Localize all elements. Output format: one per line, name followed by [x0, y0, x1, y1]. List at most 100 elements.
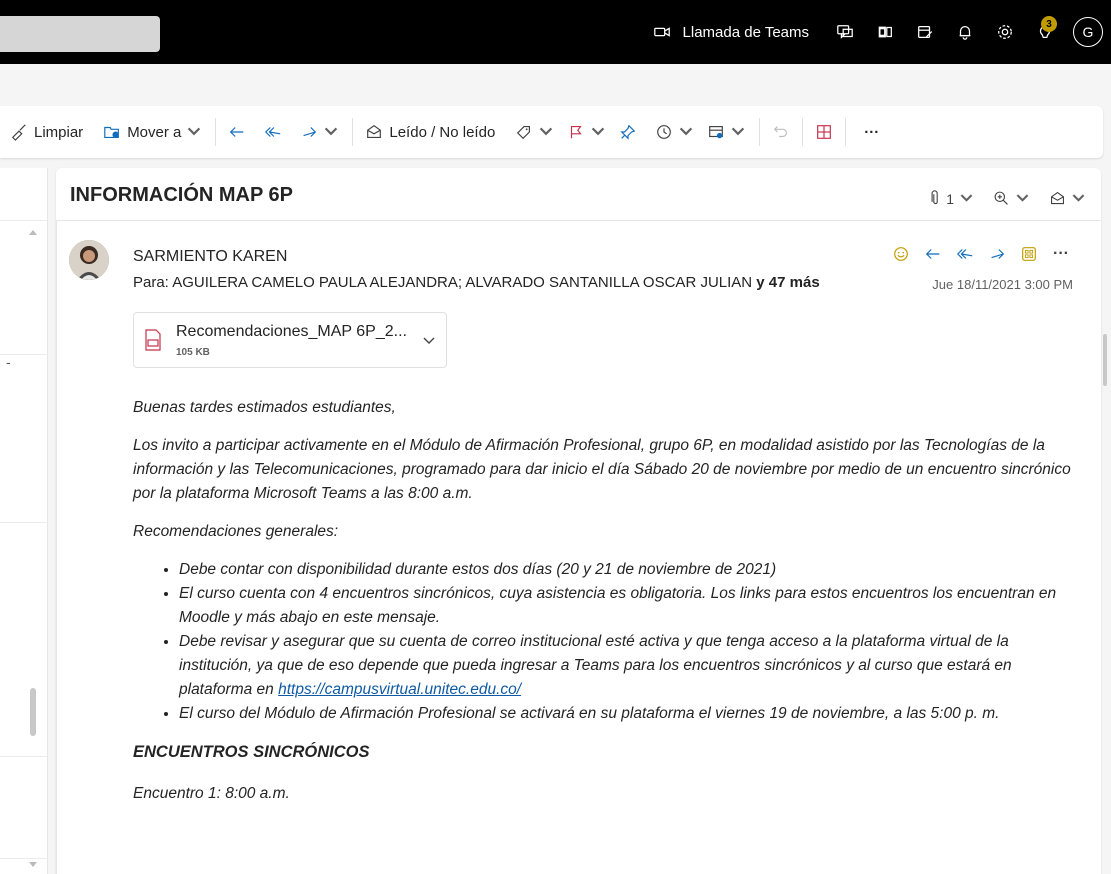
office-button[interactable] — [867, 14, 903, 50]
encuentro-line: Encuentro 1: 8:00 a.m. — [133, 785, 290, 802]
divider — [0, 522, 48, 523]
reply-icon — [925, 249, 940, 259]
forward-button[interactable] — [981, 240, 1013, 268]
zoom-button[interactable] — [993, 190, 1031, 207]
forward-button[interactable] — [294, 116, 346, 148]
chevron-down-icon — [188, 127, 201, 136]
sender-name[interactable]: SARMIENTO KAREN — [133, 248, 287, 266]
chevron-down-icon — [592, 127, 605, 136]
sync-heading: ENCUENTROS SINCRÓNICOS — [133, 743, 370, 761]
pdf-file-icon — [145, 329, 161, 351]
mark-read-button[interactable] — [1049, 190, 1087, 207]
notification-badge: 3 — [1041, 16, 1057, 32]
rules-button[interactable] — [701, 116, 753, 148]
notifications-button[interactable] — [947, 14, 983, 50]
scroll-down-arrow[interactable] — [29, 862, 37, 867]
campus-link[interactable]: https://campusvirtual.unitec.edu.co/ — [278, 681, 521, 698]
attachment-count: 1 — [946, 190, 954, 207]
command-toolbar: Limpiar Mover a Leído / No leído ··· — [0, 106, 1103, 158]
subject-actions: 1 — [909, 190, 1087, 207]
zoom-in-icon — [994, 191, 1008, 205]
bell-icon — [959, 25, 971, 40]
video-camera-icon — [653, 27, 670, 37]
divider — [0, 756, 48, 757]
office-icon — [878, 26, 892, 38]
divider — [0, 220, 48, 221]
attachment-card[interactable]: Recomendaciones_MAP 6P_2... 105 KB — [133, 312, 447, 368]
reply-all-button[interactable] — [258, 116, 288, 148]
message-card: SARMIENTO KAREN ··· Para: AGUILERA CAMEL… — [56, 220, 1101, 874]
scroll-up-arrow[interactable] — [29, 230, 37, 235]
sender-avatar[interactable] — [69, 240, 109, 280]
attachment-name: Recomendaciones_MAP 6P_2... — [176, 323, 407, 340]
top-right-actions: Llamada de Teams 3 G — [653, 14, 1103, 50]
person-photo-icon — [69, 240, 109, 280]
chevron-down-icon — [1072, 194, 1085, 202]
divider — [0, 858, 48, 859]
toolbar-divider — [352, 118, 354, 146]
read-unread-button[interactable]: Leído / No leído — [359, 116, 501, 148]
move-to-button[interactable]: Mover a — [97, 116, 209, 148]
divider — [0, 354, 48, 355]
smiley-icon — [894, 247, 908, 261]
recommendations-list: Debe contar con disponibilidad durante e… — [179, 558, 1073, 726]
reply-button[interactable] — [917, 240, 949, 268]
message-date: Jue 18/11/2021 3:00 PM — [932, 277, 1073, 292]
message-subject: INFORMACIÓN MAP 6P — [70, 184, 293, 206]
reply-all-icon — [956, 249, 973, 259]
chat-button[interactable] — [827, 14, 863, 50]
more-options-button[interactable]: ··· — [858, 116, 885, 148]
chevron-down-icon[interactable] — [422, 333, 436, 347]
calendar-edit-icon — [918, 25, 933, 39]
calendar-edit-button[interactable] — [907, 14, 943, 50]
to-recipients[interactable]: AGUILERA CAMELO PAULA ALEJANDRA; ALVARAD… — [172, 274, 752, 291]
snooze-button[interactable] — [649, 116, 701, 148]
clear-label: Limpiar — [34, 123, 84, 141]
more-actions-button[interactable]: ··· — [1045, 240, 1077, 268]
recommendations-title: Recomendaciones generales: — [133, 523, 339, 540]
settings-button[interactable] — [987, 14, 1023, 50]
chevron-down-icon — [732, 127, 745, 136]
flag-button[interactable] — [561, 116, 613, 148]
attachments-button[interactable]: 1 — [927, 190, 975, 207]
flag-icon — [571, 126, 582, 139]
clear-button[interactable]: Limpiar — [0, 116, 89, 148]
account-avatar[interactable]: G — [1073, 17, 1103, 47]
chevron-down-icon — [680, 127, 693, 136]
attachment-size: 105 KB — [176, 347, 210, 358]
toolbar-divider — [802, 118, 804, 146]
pin-icon — [620, 124, 636, 140]
to-prefix: Para: — [133, 274, 169, 291]
folder-move-icon — [104, 126, 120, 138]
react-button[interactable] — [885, 240, 917, 268]
reply-all-button[interactable] — [949, 240, 981, 268]
search-input[interactable] — [0, 16, 160, 52]
reading-pane-scrollbar[interactable] — [1103, 334, 1107, 386]
more-recipients-link[interactable]: y 47 más — [756, 274, 819, 291]
message-body: Buenas tardes estimados estudiantes, Los… — [133, 396, 1073, 820]
toolbar-divider — [759, 118, 761, 146]
greeting: Buenas tardes estimados estudiantes, — [133, 399, 396, 416]
move-to-label: Mover a — [127, 123, 182, 141]
teams-call-button[interactable]: Llamada de Teams — [653, 23, 809, 41]
undo-button[interactable] — [766, 116, 796, 148]
chevron-down-icon — [1016, 194, 1029, 202]
message-list-scrollbar[interactable] — [30, 688, 36, 736]
message-list-pane[interactable]: - — [0, 168, 48, 874]
reply-all-icon — [265, 127, 281, 137]
apps-button[interactable] — [809, 116, 839, 148]
list-item: Debe contar con disponibilidad durante e… — [179, 558, 1073, 582]
clock-icon — [657, 125, 672, 139]
apps-button[interactable] — [1013, 240, 1045, 268]
more-options-label: ··· — [864, 123, 880, 141]
reading-pane: INFORMACIÓN MAP 6P 1 SARMIENTO KAREN ···… — [56, 168, 1101, 874]
gear-icon — [998, 25, 1012, 39]
more-actions-label: ··· — [1053, 245, 1069, 262]
tips-button[interactable]: 3 — [1027, 14, 1063, 50]
sub-header — [0, 64, 1111, 104]
categorize-button[interactable] — [509, 116, 561, 148]
reply-button[interactable] — [222, 116, 252, 148]
pin-button[interactable] — [613, 116, 643, 148]
tag-icon — [517, 126, 531, 140]
read-unread-label: Leído / No leído — [389, 123, 496, 141]
